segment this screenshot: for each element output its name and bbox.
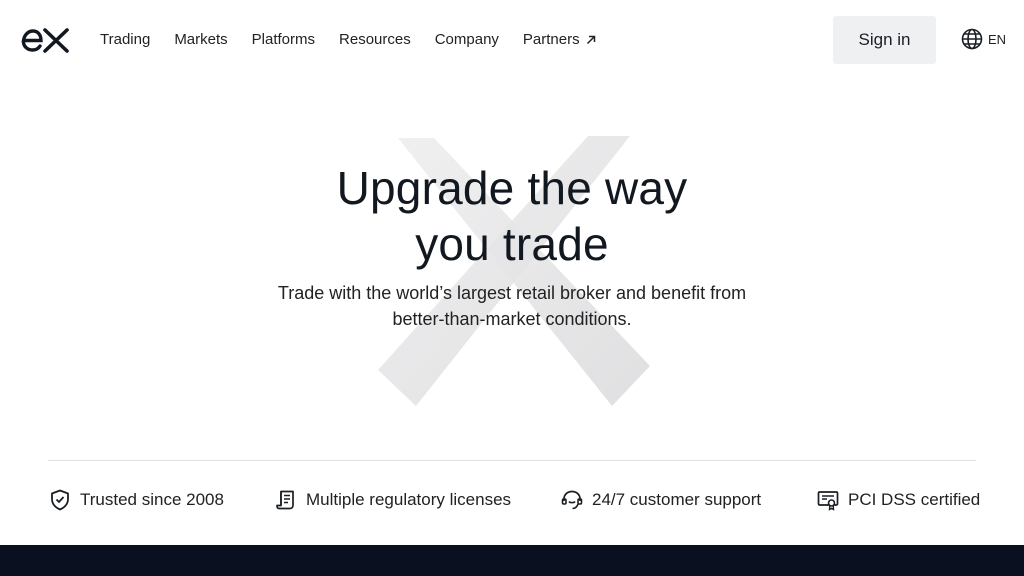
nav-markets[interactable]: Markets xyxy=(174,31,227,49)
nav-platforms[interactable]: Platforms xyxy=(252,31,315,49)
hero-subtitle-line2: better-than-market conditions. xyxy=(392,309,632,329)
external-arrow-icon xyxy=(586,35,595,45)
certificate-icon xyxy=(817,491,839,511)
feature-pci: PCI DSS certified xyxy=(816,488,980,512)
language-selector[interactable]: EN xyxy=(961,28,1006,50)
nav-resources[interactable]: Resources xyxy=(339,31,411,49)
feature-label: PCI DSS certified xyxy=(848,490,981,509)
scroll-document-icon xyxy=(276,490,294,510)
headset-support-icon xyxy=(561,490,583,510)
main-nav: Trading Markets Platforms Resources Comp… xyxy=(100,31,620,49)
nav-company[interactable]: Company xyxy=(435,31,499,49)
feature-label: 24/7 customer support xyxy=(592,490,762,509)
divider xyxy=(48,460,976,461)
dark-footer-band xyxy=(0,545,1024,576)
nav-partners[interactable]: Partners xyxy=(523,31,596,49)
nav-trading[interactable]: Trading xyxy=(100,31,150,49)
hero-title-line1: Upgrade the way xyxy=(336,162,688,214)
hero-title-line2: you trade xyxy=(415,218,609,270)
feature-trusted: Trusted since 2008 xyxy=(48,488,224,512)
feature-support: 24/7 customer support xyxy=(560,488,761,512)
sign-in-button[interactable]: Sign in xyxy=(833,16,936,64)
nav-partners-label: Partners xyxy=(522,31,580,48)
feature-label: Multiple regulatory licenses xyxy=(306,490,512,509)
globe-icon xyxy=(961,28,983,50)
shield-check-icon xyxy=(51,489,69,511)
feature-label: Trusted since 2008 xyxy=(80,490,224,509)
feature-strip: Trusted since 2008 Multiple regulatory l… xyxy=(48,488,980,514)
language-code: EN xyxy=(988,31,1007,47)
hero-title: Upgrade the way you trade xyxy=(212,160,812,272)
exness-logo[interactable] xyxy=(20,26,70,54)
site-header: Trading Markets Platforms Resources Comp… xyxy=(0,0,1024,80)
feature-licenses: Multiple regulatory licenses xyxy=(274,488,511,512)
hero-subtitle: Trade with the world’s largest retail br… xyxy=(232,280,792,332)
hero-subtitle-line1: Trade with the world’s largest retail br… xyxy=(277,283,747,303)
